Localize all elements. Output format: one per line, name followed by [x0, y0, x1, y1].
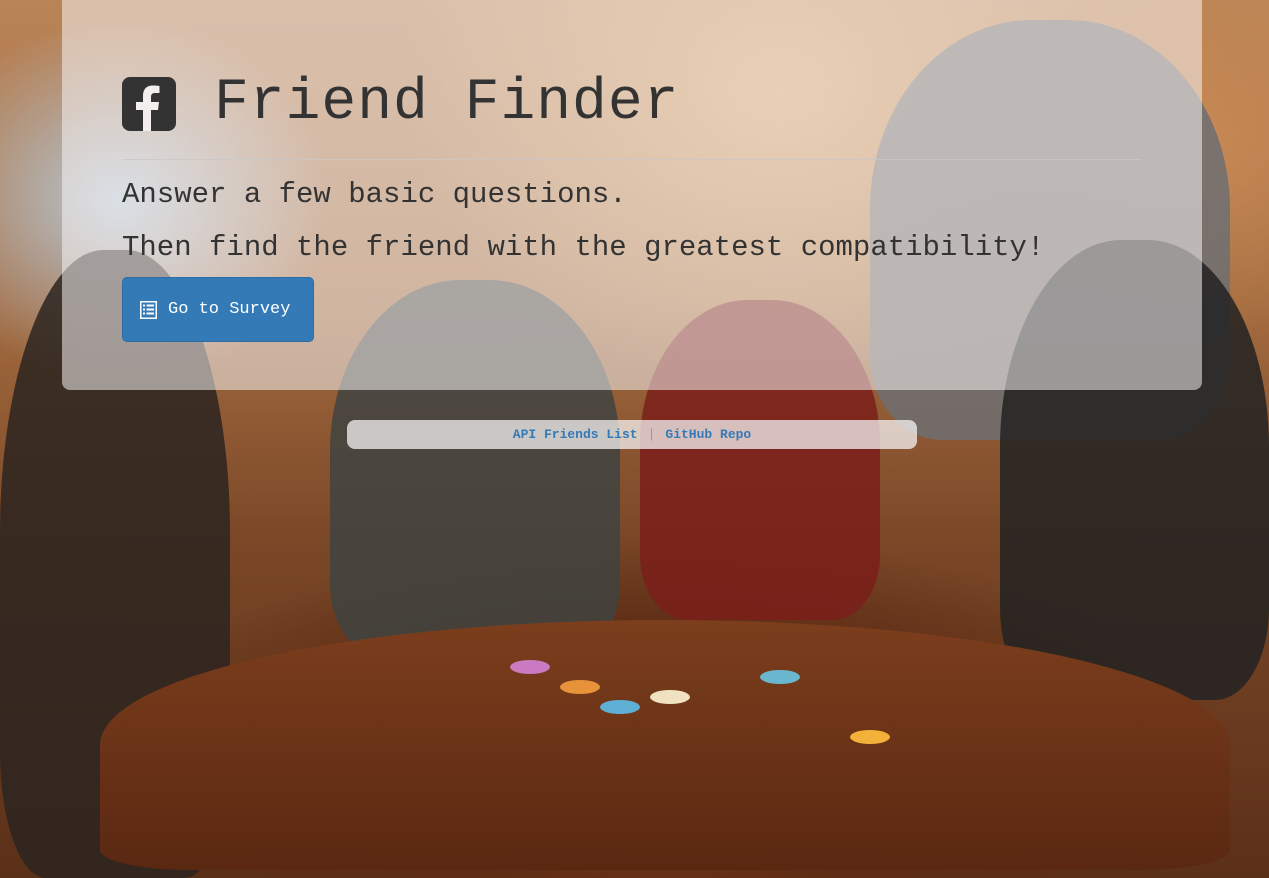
footer-links-bar: API Friends List | GitHub Repo: [347, 420, 917, 449]
go-to-survey-label: Go to Survey: [168, 300, 291, 319]
background-chip: [600, 700, 640, 714]
background-chip: [650, 690, 690, 704]
background-chip: [560, 680, 600, 694]
list-alt-icon: [140, 300, 157, 319]
page-title: Friend Finder: [214, 71, 680, 136]
background-chip: [510, 660, 550, 674]
link-separator: |: [647, 427, 656, 442]
facebook-square-icon: [122, 77, 176, 131]
background-chip: [850, 730, 890, 744]
background-chip: [760, 670, 800, 684]
background-table: [100, 620, 1230, 870]
go-to-survey-button[interactable]: Go to Survey: [122, 277, 314, 342]
github-repo-link[interactable]: GitHub Repo: [665, 427, 751, 442]
title-row: Friend Finder: [122, 72, 679, 136]
jumbotron: Friend Finder Answer a few basic questio…: [62, 0, 1202, 390]
lead-line-2: Then find the friend with the greatest c…: [122, 231, 1045, 264]
api-friends-list-link[interactable]: API Friends List: [513, 427, 638, 442]
lead-line-1: Answer a few basic questions.: [122, 178, 627, 211]
divider: [122, 159, 1142, 160]
